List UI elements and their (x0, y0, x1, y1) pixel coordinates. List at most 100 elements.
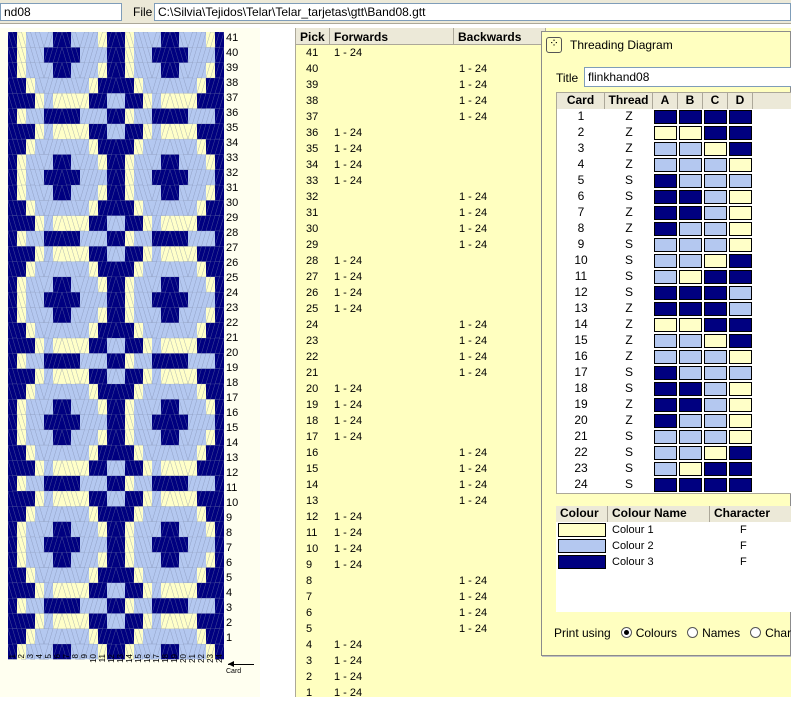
hole-b-colour[interactable] (679, 414, 702, 428)
hole-d-colour[interactable] (729, 414, 752, 428)
hole-d-colour[interactable] (729, 174, 752, 188)
thread-direction[interactable]: S (605, 173, 653, 189)
hole-b-colour[interactable] (679, 190, 702, 204)
threading-row[interactable]: 21 S (557, 429, 791, 445)
pick-row[interactable]: 15 1 - 24 (296, 462, 536, 478)
hole-a-colour[interactable] (654, 286, 677, 300)
pick-row[interactable]: 11 1 - 24 (296, 526, 536, 542)
hole-a-colour[interactable] (654, 190, 677, 204)
hole-b-colour[interactable] (679, 318, 702, 332)
threading-row[interactable]: 16 Z (557, 349, 791, 365)
hole-a-colour[interactable] (654, 462, 677, 476)
thread-direction[interactable]: S (605, 365, 653, 381)
threading-row[interactable]: 8Z (557, 221, 791, 237)
threading-row[interactable]: 7Z (557, 205, 791, 221)
file-path-field[interactable] (154, 3, 791, 21)
radio-checked-icon[interactable] (620, 627, 632, 638)
hole-a-colour[interactable] (654, 142, 677, 156)
pick-row[interactable]: 25 1 - 24 (296, 302, 536, 318)
hole-c-colour[interactable] (704, 414, 727, 428)
thread-direction[interactable]: S (605, 381, 653, 397)
hole-c-colour[interactable] (704, 334, 727, 348)
hole-b-colour[interactable] (679, 270, 702, 284)
hole-b-colour[interactable] (679, 478, 702, 492)
hole-a-colour[interactable] (654, 110, 677, 124)
forwards-header[interactable]: Forwards (330, 28, 454, 44)
pick-row[interactable]: 31 1 - 24 (296, 206, 536, 222)
hole-c-colour[interactable] (704, 302, 727, 316)
pick-row[interactable]: 18 1 - 24 (296, 414, 536, 430)
pick-row[interactable]: 41 1 - 24 (296, 46, 536, 62)
thread-direction[interactable]: Z (605, 301, 653, 317)
hole-b-colour[interactable] (679, 350, 702, 364)
hole-c-colour[interactable] (704, 254, 727, 268)
hole-a-colour[interactable] (654, 238, 677, 252)
woven-pattern-preview[interactable] (8, 32, 224, 660)
hole-d-colour[interactable] (729, 158, 752, 172)
print-names-option[interactable]: Names (687, 626, 740, 640)
colour-row[interactable]: Colour 2 F (556, 538, 791, 554)
hole-d-colour[interactable] (729, 142, 752, 156)
hole-c-colour[interactable] (704, 398, 727, 412)
hole-d-colour[interactable] (729, 478, 752, 492)
hole-c-colour[interactable] (704, 174, 727, 188)
pick-row[interactable]: 23 1 - 24 (296, 334, 536, 350)
pick-row[interactable]: 5 1 - 24 (296, 622, 536, 638)
threading-row[interactable]: 19 Z (557, 397, 791, 413)
pick-row[interactable]: 33 1 - 24 (296, 174, 536, 190)
pick-row[interactable]: 35 1 - 24 (296, 142, 536, 158)
hole-b-colour[interactable] (679, 334, 702, 348)
pick-row[interactable]: 39 1 - 24 (296, 78, 536, 94)
hole-c-colour[interactable] (704, 206, 727, 220)
hole-d-colour[interactable] (729, 462, 752, 476)
thread-direction[interactable]: S (605, 429, 653, 445)
pick-row[interactable]: 20 1 - 24 (296, 382, 536, 398)
threading-row[interactable]: 13 Z (557, 301, 791, 317)
thread-direction[interactable]: S (605, 269, 653, 285)
pick-row[interactable]: 36 1 - 24 (296, 126, 536, 142)
hole-c-colour[interactable] (704, 446, 727, 460)
hole-b-colour[interactable] (679, 286, 702, 300)
pick-row[interactable]: 6 1 - 24 (296, 606, 536, 622)
hole-c-colour[interactable] (704, 126, 727, 140)
hole-b-colour[interactable] (679, 158, 702, 172)
hole-c-colour[interactable] (704, 350, 727, 364)
thread-direction[interactable]: S (605, 445, 653, 461)
pick-row[interactable]: 8 1 - 24 (296, 574, 536, 590)
hole-d-colour[interactable] (729, 222, 752, 236)
hole-d-colour[interactable] (729, 382, 752, 396)
thread-direction[interactable]: Z (605, 317, 653, 333)
thread-direction[interactable]: Z (605, 397, 653, 413)
hole-b-colour[interactable] (679, 430, 702, 444)
pick-row[interactable]: 16 1 - 24 (296, 446, 536, 462)
threading-row[interactable]: 4Z (557, 157, 791, 173)
hole-a-colour[interactable] (654, 334, 677, 348)
colour-swatch[interactable] (558, 555, 606, 569)
pick-row[interactable]: 9 1 - 24 (296, 558, 536, 574)
pick-row[interactable]: 14 1 - 24 (296, 478, 536, 494)
hole-c-colour[interactable] (704, 110, 727, 124)
hole-a-colour[interactable] (654, 126, 677, 140)
hole-d-colour[interactable] (729, 318, 752, 332)
pick-row[interactable]: 17 1 - 24 (296, 430, 536, 446)
colour-swatch[interactable] (558, 523, 606, 537)
thread-direction[interactable]: S (605, 189, 653, 205)
hole-c-colour[interactable] (704, 158, 727, 172)
pick-row[interactable]: 19 1 - 24 (296, 398, 536, 414)
thread-direction[interactable]: S (605, 477, 653, 493)
hole-c-colour[interactable] (704, 238, 727, 252)
pick-row[interactable]: 4 1 - 24 (296, 638, 536, 654)
pick-row[interactable]: 13 1 - 24 (296, 494, 536, 510)
hole-a-colour[interactable] (654, 446, 677, 460)
hole-d-colour[interactable] (729, 126, 752, 140)
hole-a-colour[interactable] (654, 366, 677, 380)
thread-direction[interactable]: S (605, 461, 653, 477)
thread-direction[interactable]: Z (605, 349, 653, 365)
threading-row[interactable]: 17 S (557, 365, 791, 381)
pick-row[interactable]: 29 1 - 24 (296, 238, 536, 254)
hole-c-colour[interactable] (704, 462, 727, 476)
name-field[interactable] (0, 3, 122, 21)
threading-row[interactable]: 9S (557, 237, 791, 253)
threading-row[interactable]: 1Z (557, 109, 791, 125)
pick-row[interactable]: 2 1 - 24 (296, 670, 536, 686)
